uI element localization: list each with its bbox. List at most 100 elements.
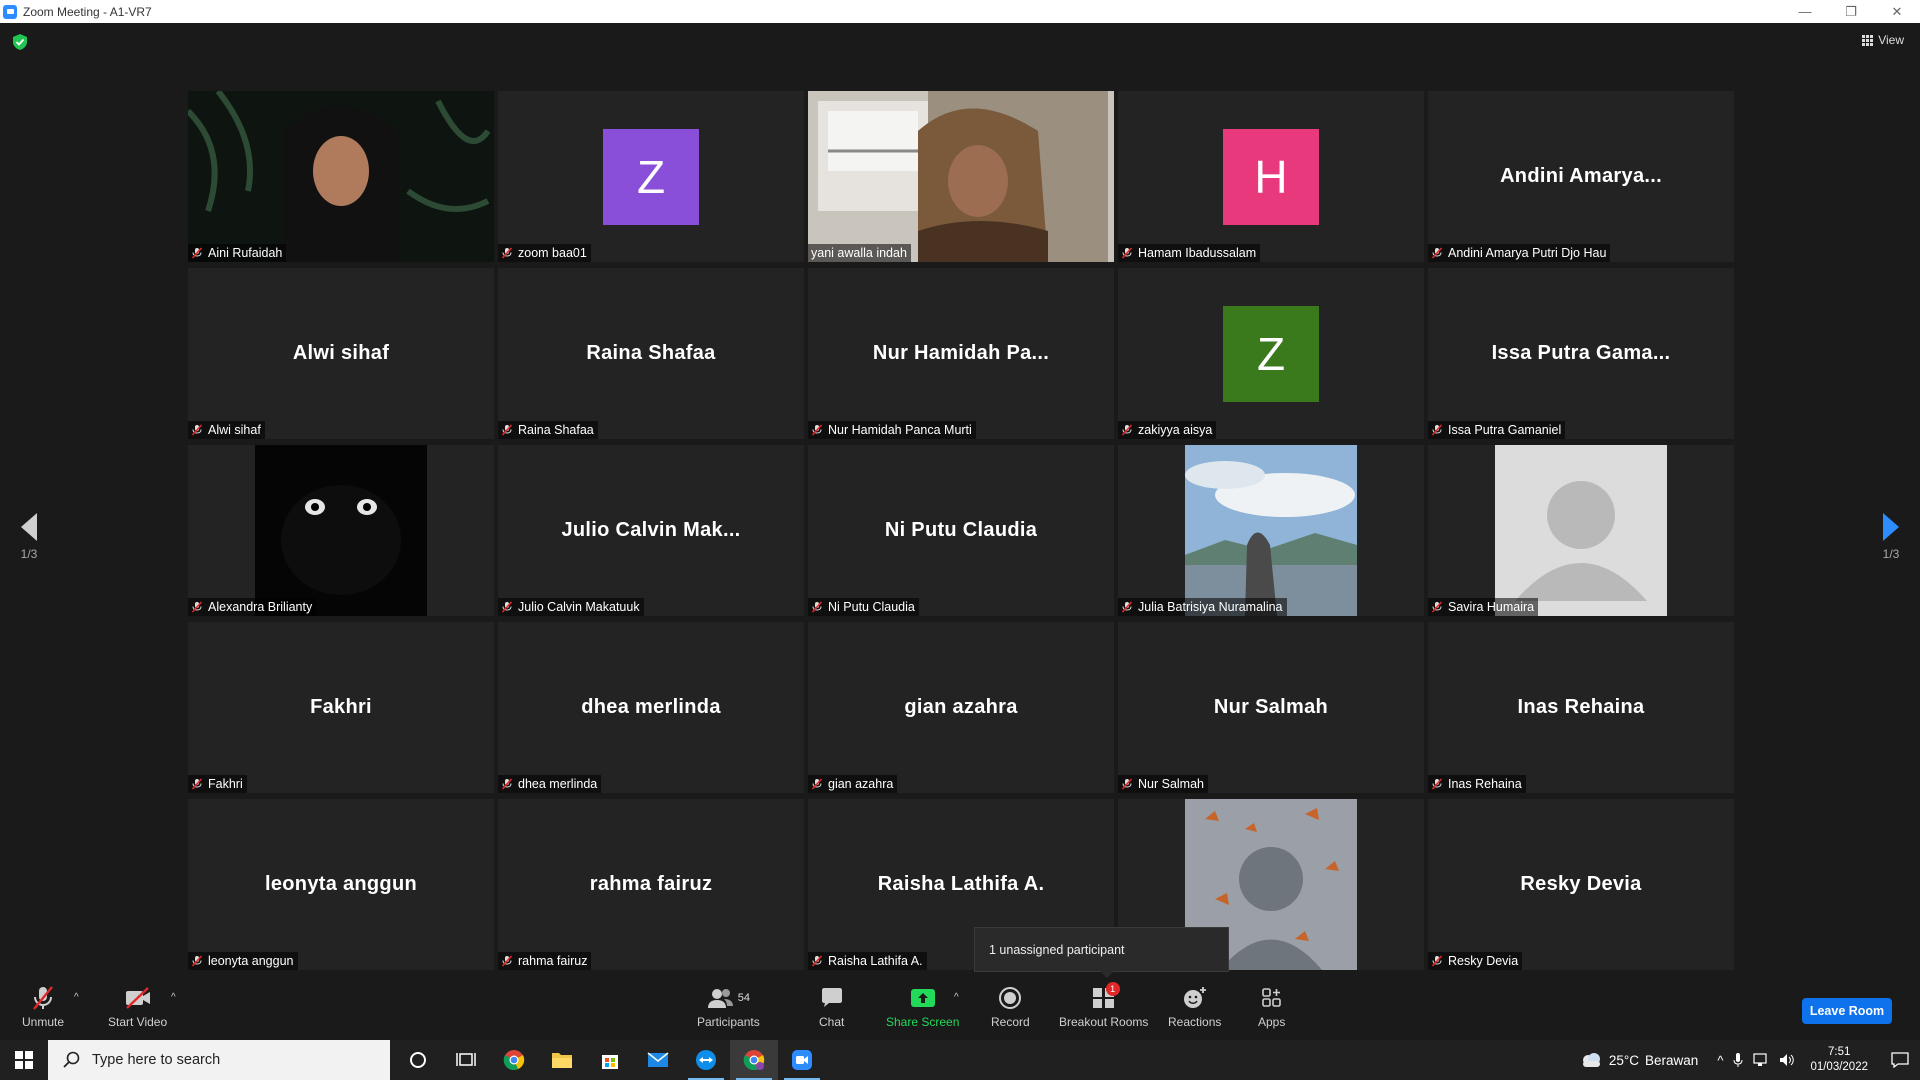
participant-name: zakiyya aisya	[1138, 423, 1213, 437]
participant-tile[interactable]: Inas Rehaina Inas Rehaina	[1428, 622, 1734, 793]
participant-avatar: H	[1223, 128, 1319, 225]
reactions-button[interactable]: Reactions	[1168, 984, 1221, 1029]
view-button[interactable]: View	[1862, 33, 1904, 47]
taskbar-chrome-profile[interactable]	[730, 1040, 778, 1080]
participant-tile[interactable]: Nur Hamidah Pa... Nur Hamidah Panca Murti	[808, 268, 1114, 439]
participant-name-label: zakiyya aisya	[1118, 421, 1217, 439]
previous-page-button[interactable]: 1/3	[9, 513, 49, 561]
participant-tile[interactable]: Andini Amarya... Andini Amarya Putri Djo …	[1428, 91, 1734, 262]
window-titlebar: Zoom Meeting - A1-VR7 — ❐ ✕	[0, 0, 1920, 23]
participant-name: Andini Amarya Putri Djo Hau	[1448, 246, 1607, 260]
minimize-button[interactable]: —	[1782, 0, 1828, 23]
participant-name-label: Alexandra Brilianty	[188, 598, 317, 616]
task-view-icon	[456, 1053, 476, 1066]
unmute-button[interactable]: Unmute	[22, 984, 64, 1029]
participant-name: Inas Rehaina	[1448, 777, 1522, 791]
next-page-button[interactable]: 1/3	[1871, 513, 1911, 561]
participant-tile[interactable]: H Hamam Ibadussalam	[1118, 91, 1424, 262]
security-shield-icon[interactable]	[13, 34, 27, 50]
microphone-tray-icon[interactable]	[1733, 1052, 1743, 1068]
participant-name-label: Raisha Lathifa A.	[808, 952, 927, 970]
participant-tile[interactable]: Fakhri Fakhri	[188, 622, 494, 793]
participant-video	[808, 91, 1114, 262]
participants-button[interactable]: 54 Participants	[697, 984, 760, 1029]
participant-name: Alexandra Brilianty	[208, 600, 313, 614]
participant-tile[interactable]: Julia Batrisiya Nuramalina	[1118, 445, 1424, 616]
system-clock[interactable]: 7:51 01/03/2022	[1810, 1045, 1868, 1075]
start-video-label: Start Video	[108, 1015, 168, 1029]
video-camera-off-icon	[125, 987, 150, 1009]
volume-icon[interactable]	[1779, 1053, 1795, 1067]
participant-name: Hamam Ibadussalam	[1138, 246, 1257, 260]
participant-name-label: yani awalla indah	[808, 244, 911, 262]
microphone-muted-icon	[811, 778, 823, 790]
microphone-muted-icon	[1431, 601, 1443, 613]
unmute-label: Unmute	[22, 1015, 65, 1029]
participant-tile[interactable]: dhea merlinda dhea merlinda	[498, 622, 804, 793]
participant-name: Raisha Lathifa A.	[828, 954, 923, 968]
taskbar-mail[interactable]	[634, 1040, 682, 1080]
participant-display-name: Nur Hamidah Pa...	[872, 342, 1050, 364]
task-view-button[interactable]	[442, 1040, 490, 1080]
taskbar-teamviewer[interactable]	[682, 1040, 730, 1080]
participant-gallery: Aini Rufaidah Zzoom baa01 yani awalla inda…	[188, 91, 1734, 970]
participant-tile[interactable]: Alwi sihaf Alwi sihaf	[188, 268, 494, 439]
participant-tile[interactable]: leonyta anggun leonyta anggun	[188, 799, 494, 970]
start-button[interactable]	[0, 1040, 48, 1080]
taskbar-file-explorer[interactable]	[538, 1040, 586, 1080]
leave-room-button[interactable]: Leave Room	[1802, 998, 1892, 1024]
close-button[interactable]: ✕	[1874, 0, 1920, 23]
microphone-muted-icon	[1431, 778, 1443, 790]
audio-options-caret[interactable]: ^	[74, 992, 79, 1003]
share-screen-button[interactable]: Share Screen	[886, 984, 959, 1029]
cloud-icon	[1582, 1053, 1600, 1067]
participant-tile[interactable]: Raina Shafaa Raina Shafaa	[498, 268, 804, 439]
share-options-caret[interactable]: ^	[954, 992, 959, 1003]
tray-expand-caret[interactable]: ^	[1717, 1053, 1723, 1068]
taskbar-store[interactable]	[586, 1040, 634, 1080]
participant-tile[interactable]: rahma fairuz rahma fairuz	[498, 799, 804, 970]
participant-name: gian azahra	[828, 777, 894, 791]
apps-button[interactable]: Apps	[1258, 984, 1285, 1029]
taskbar-zoom[interactable]	[778, 1040, 826, 1080]
participant-tile[interactable]: Ni Putu Claudia Ni Putu Claudia	[808, 445, 1114, 616]
participant-tile[interactable]: Alexandra Brilianty	[188, 445, 494, 616]
breakout-rooms-button[interactable]: 1 Breakout Rooms	[1059, 982, 1148, 1029]
participant-tile[interactable]: Zzoom baa01	[498, 91, 804, 262]
participant-tile[interactable]: Nur Salmah Nur Salmah	[1118, 622, 1424, 793]
microphone-muted-icon	[501, 778, 513, 790]
participant-video	[1495, 445, 1667, 616]
start-video-button[interactable]: Start Video	[108, 984, 167, 1029]
chat-button[interactable]: Chat	[819, 984, 844, 1029]
record-icon	[999, 987, 1022, 1009]
participant-tile[interactable]: Zzakiyya aisya	[1118, 268, 1424, 439]
window-title: Zoom Meeting - A1-VR7	[23, 4, 152, 19]
restore-button[interactable]: ❐	[1828, 0, 1874, 23]
taskbar-search-box[interactable]: Type here to search	[48, 1040, 390, 1080]
microphone-muted-icon	[501, 424, 513, 436]
participant-tile[interactable]: Savira Humaira	[1428, 445, 1734, 616]
microphone-muted-icon	[1121, 247, 1133, 259]
weather-widget[interactable]: 25°C Berawan	[1579, 1051, 1698, 1069]
cortana-button[interactable]	[394, 1040, 442, 1080]
participant-tile[interactable]: Aini Rufaidah	[188, 91, 494, 262]
taskbar-chrome[interactable]	[490, 1040, 538, 1080]
network-icon[interactable]	[1753, 1053, 1769, 1067]
clock-date: 01/03/2022	[1810, 1061, 1868, 1073]
participant-name-label: Resky Devia	[1428, 952, 1523, 970]
participant-tile[interactable]: Julio Calvin Mak... Julio Calvin Makatuuk	[498, 445, 804, 616]
participant-tile[interactable]: yani awalla indah	[808, 91, 1114, 262]
participant-display-name: Inas Rehaina	[1517, 696, 1645, 718]
microphone-muted-icon	[501, 601, 513, 613]
notification-center-button[interactable]	[1880, 1052, 1920, 1068]
microphone-muted-icon	[811, 601, 823, 613]
zoom-icon	[792, 1050, 812, 1070]
participant-tile[interactable]: Resky Devia Resky Devia	[1428, 799, 1734, 970]
participant-tile[interactable]: gian azahra gian azahra	[808, 622, 1114, 793]
microphone-muted-icon	[191, 955, 203, 967]
record-button[interactable]: Record	[991, 984, 1030, 1029]
video-options-caret[interactable]: ^	[171, 992, 176, 1003]
chrome-icon	[503, 1050, 525, 1070]
participant-name-label: Aini Rufaidah	[188, 244, 287, 262]
participant-tile[interactable]: Issa Putra Gama... Issa Putra Gamaniel	[1428, 268, 1734, 439]
